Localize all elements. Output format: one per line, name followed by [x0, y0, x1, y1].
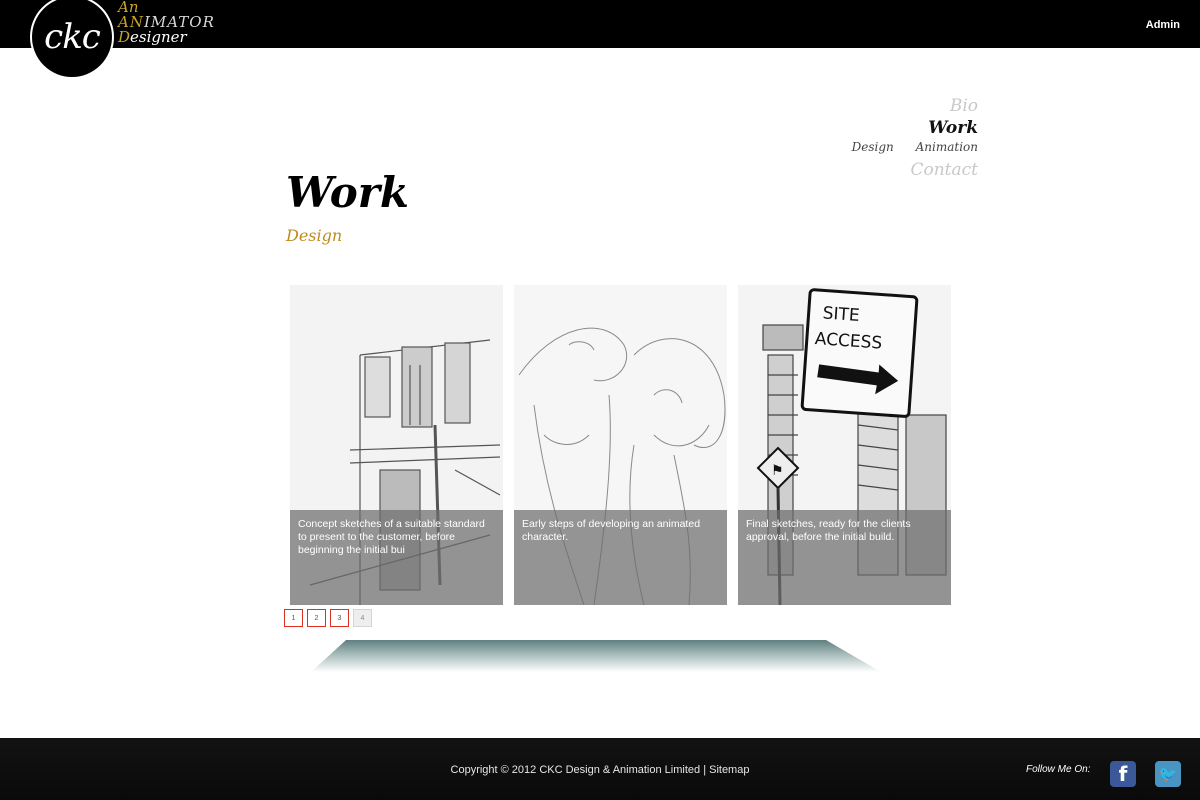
page-subtitle: Design: [286, 226, 343, 245]
nav-item-contact[interactable]: Contact: [834, 160, 978, 182]
copyright-text: Copyright © 2012 CKC Design & Animation …: [450, 764, 750, 776]
nav-item-work[interactable]: Work: [834, 118, 978, 140]
page-button-2[interactable]: 2: [307, 609, 326, 627]
svg-text:SITE: SITE: [822, 303, 860, 326]
main-nav: Bio Work Design Animation Contact: [834, 96, 978, 182]
site-logo[interactable]: ckc: [30, 0, 114, 79]
work-subnav: Design Animation: [834, 140, 978, 160]
gallery-caption: Concept sketches of a suitable standard …: [290, 510, 503, 605]
twitter-icon[interactable]: 🐦: [1155, 761, 1181, 787]
gallery-caption: Final sketches, ready for the clients ap…: [738, 510, 951, 605]
tagline-line3: Designer: [118, 28, 187, 46]
page-title: Work: [286, 168, 409, 217]
facebook-icon[interactable]: f: [1110, 761, 1136, 787]
gallery-card[interactable]: Concept sketches of a suitable standard …: [290, 285, 503, 605]
nav-item-bio[interactable]: Bio: [834, 96, 978, 118]
page-button-3[interactable]: 3: [330, 609, 349, 627]
gallery-caption: Early steps of developing an animated ch…: [514, 510, 727, 605]
admin-link[interactable]: Admin: [1146, 19, 1180, 31]
subnav-item-design[interactable]: Design: [852, 140, 894, 154]
logo-monogram: ckc: [44, 17, 101, 57]
pagination: 1 2 3 4: [284, 609, 372, 627]
site-tagline: An ANIMATOR Designer: [118, 0, 215, 45]
gallery-card[interactable]: Early steps of developing an animated ch…: [514, 285, 727, 605]
subnav-item-animation[interactable]: Animation: [916, 140, 978, 154]
follow-label: Follow Me On:: [1026, 764, 1091, 775]
page-button-1[interactable]: 1: [284, 609, 303, 627]
footer: Copyright © 2012 CKC Design & Animation …: [0, 738, 1200, 800]
svg-text:⚑: ⚑: [771, 463, 784, 479]
gallery-card[interactable]: SITE ACCESS ⚑ Final sketches, ready for …: [738, 285, 951, 605]
gallery-shelf: [311, 640, 881, 672]
page-button-4[interactable]: 4: [353, 609, 372, 627]
